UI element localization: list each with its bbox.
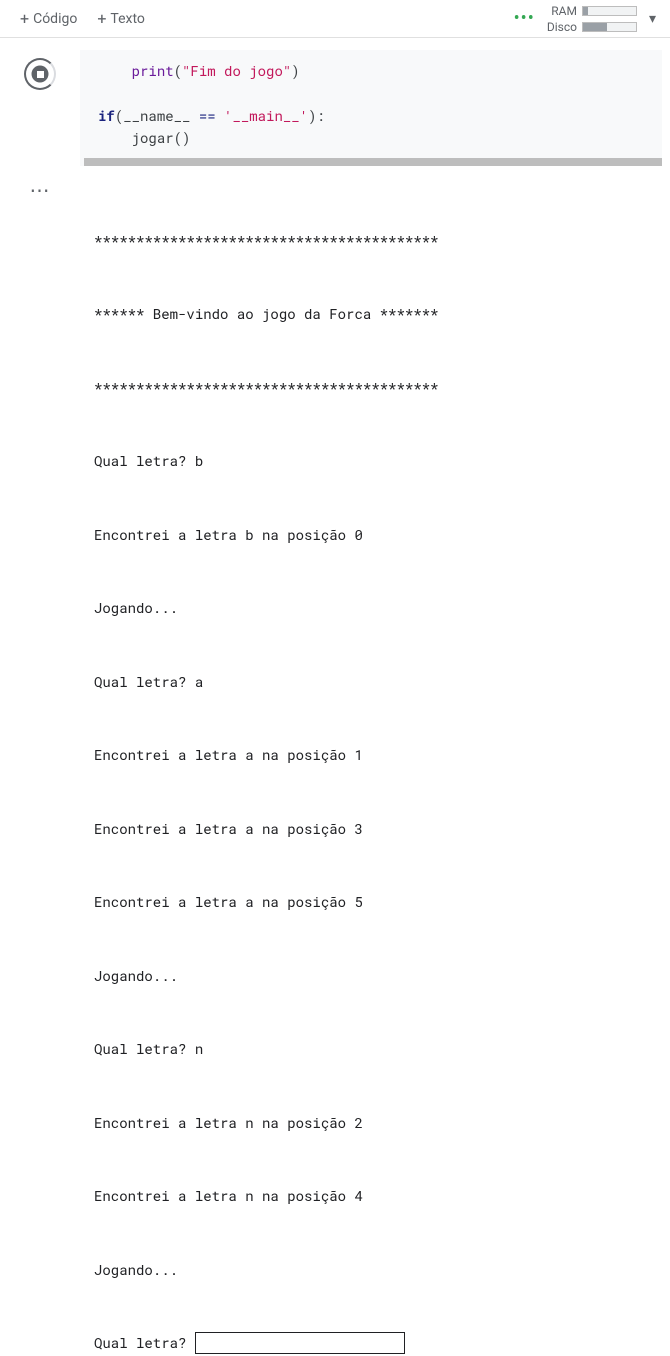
code-cell: print("Fim do jogo") if(__name__ == '__m… (0, 50, 670, 166)
toolbar-right: ••• RAM Disco ▾ (514, 4, 660, 34)
input-prompt-line: Qual letra? (94, 1331, 656, 1356)
output-cell: ⋯ **************************************… (0, 170, 670, 1356)
output-line: Qual letra? b (94, 449, 656, 474)
plus-icon: + (97, 11, 106, 27)
output-line: Jogando... (94, 964, 656, 989)
add-text-button[interactable]: + Texto (87, 7, 155, 31)
output-gutter: ⋯ (0, 170, 80, 1356)
toolbar: + Código + Texto ••• RAM Disco ▾ (0, 0, 670, 38)
resource-indicator[interactable]: RAM Disco (547, 4, 637, 34)
output-menu-icon[interactable]: ⋯ (30, 180, 51, 1356)
stop-icon (32, 66, 49, 83)
code-editor[interactable]: print("Fim do jogo") if(__name__ == '__m… (80, 50, 662, 166)
ram-meter (582, 6, 637, 16)
output-line: ****************************************… (94, 229, 656, 254)
output-line: Encontrei a letra n na posição 4 (94, 1184, 656, 1209)
chevron-down-icon[interactable]: ▾ (645, 11, 660, 27)
plus-icon: + (20, 11, 29, 27)
disk-meter-fill (583, 23, 607, 31)
output-line: Jogando... (94, 596, 656, 621)
stop-execution-button[interactable] (24, 58, 56, 90)
output-line: ****************************************… (94, 376, 656, 401)
output-line: Encontrei a letra n na posição 2 (94, 1111, 656, 1136)
stdin-input[interactable] (195, 1332, 405, 1354)
output-line: Encontrei a letra a na posição 5 (94, 890, 656, 915)
output-line: Qual letra? n (94, 1037, 656, 1062)
output-line: Encontrei a letra b na posição 0 (94, 523, 656, 548)
output-line: Encontrei a letra a na posição 3 (94, 817, 656, 842)
disk-meter (582, 22, 637, 32)
ram-label: RAM (551, 4, 577, 18)
ram-meter-fill (583, 7, 588, 15)
add-code-label: Código (33, 11, 77, 27)
connection-status-icon[interactable]: ••• (514, 8, 535, 29)
cell-gutter (0, 50, 80, 166)
output-area: ****************************************… (80, 170, 670, 1356)
input-prompt-label: Qual letra? (94, 1333, 195, 1352)
disk-label: Disco (547, 20, 577, 34)
horizontal-scrollbar[interactable] (84, 158, 662, 166)
output-line: Jogando... (94, 1258, 656, 1283)
output-line: Qual letra? a (94, 670, 656, 695)
add-code-button[interactable]: + Código (10, 7, 87, 31)
add-text-label: Texto (110, 11, 144, 27)
output-line: ****** Bem-vindo ao jogo da Forca ******… (94, 302, 656, 327)
output-line: Encontrei a letra a na posição 1 (94, 743, 656, 768)
